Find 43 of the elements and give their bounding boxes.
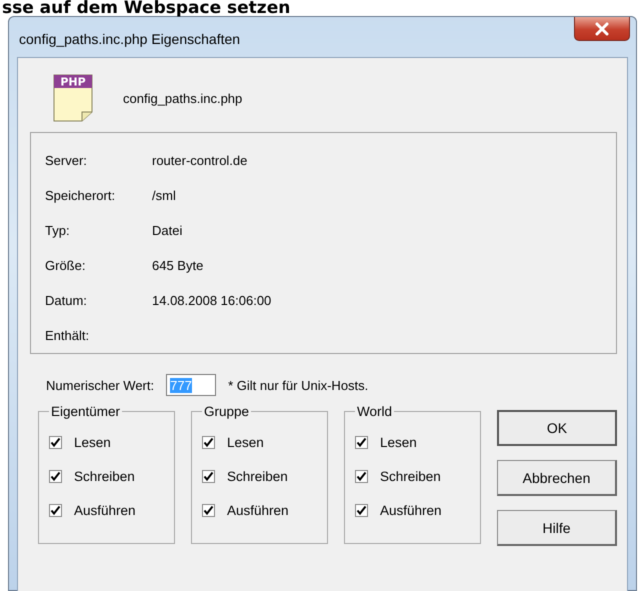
file-name: config_paths.inc.php [123,90,242,106]
check-icon [203,436,214,448]
permission-checkbox[interactable]: Schreiben [355,459,470,493]
property-label: Speicherort: [45,188,116,203]
property-value: Datei [152,223,182,238]
permission-checkbox[interactable]: Ausführen [202,493,317,527]
property-label: Typ: [45,223,71,238]
permission-checkbox[interactable]: Ausführen [355,493,470,527]
permission-checkbox[interactable]: Ausführen [49,493,164,527]
permission-checkbox[interactable]: Lesen [355,425,470,459]
dialog-button[interactable]: Hilfe [497,510,617,546]
check-icon [356,436,367,448]
property-label: Enthält: [45,328,90,343]
check-icon [50,470,61,482]
check-icon [356,470,367,482]
permission-checkbox[interactable]: Schreiben [202,459,317,493]
property-value: router-control.de [152,153,248,168]
permission-checkbox[interactable]: Lesen [202,425,317,459]
close-button[interactable] [574,17,630,41]
window-title: config_paths.inc.php Eigenschaften [19,31,240,47]
php-file-icon: PHP [53,74,93,122]
group-title: World [356,404,394,419]
dialog-button[interactable]: Abbrechen [497,460,617,496]
permission-checkbox[interactable]: Schreiben [49,459,164,493]
check-icon [50,436,61,448]
check-icon [356,504,367,516]
check-icon [50,504,61,516]
permission-checkbox[interactable]: Lesen [49,425,164,459]
unix-note: * Gilt nur für Unix-Hosts. [228,378,368,392]
group-title: Eigentümer [50,404,122,419]
check-icon [203,470,214,482]
property-value: 14.08.2008 16:06:00 [152,293,272,308]
page-heading: sse auf dem Webspace setzen [1,0,292,16]
property-label: Größe: [45,258,86,273]
property-label: Datum: [45,293,88,308]
check-icon [203,504,214,516]
property-value: /sml [152,188,176,203]
numeric-label: Numerischer Wert: [46,378,154,392]
dialog-button[interactable]: OK [497,410,617,446]
property-value: 645 Byte [152,258,204,273]
property-label: Server: [45,153,88,168]
group-title: Gruppe [203,404,250,419]
close-icon [594,22,610,36]
